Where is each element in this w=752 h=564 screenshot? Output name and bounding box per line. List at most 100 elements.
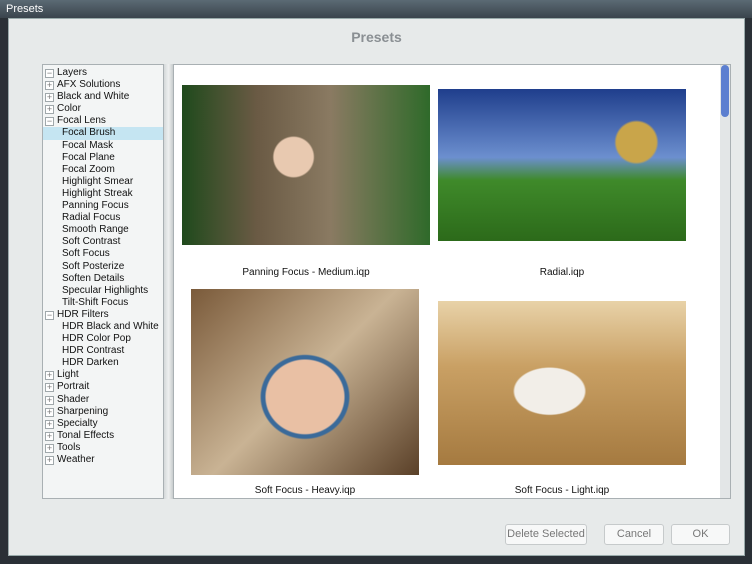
tree-node-label: Tilt-Shift Focus	[62, 296, 129, 308]
expand-icon[interactable]: +	[45, 456, 54, 465]
tree-node[interactable]: Focal Mask	[43, 140, 163, 152]
preset-thumbnail[interactable]	[438, 301, 686, 465]
tree-node-label: Portrait	[57, 381, 90, 393]
tree-node[interactable]: Panning Focus	[43, 200, 163, 212]
expand-icon[interactable]: +	[45, 105, 54, 115]
tree-node[interactable]: − Focal Lens	[43, 115, 163, 127]
tree-node[interactable]: Soft Focus	[43, 248, 163, 260]
collapse-icon[interactable]: −	[45, 310, 54, 320]
tree-node[interactable]: − HDR Filters	[43, 309, 163, 321]
collapse-icon[interactable]: −	[45, 69, 54, 78]
tree-node[interactable]: Soften Details	[43, 273, 163, 285]
tree-node-label: Smooth Range	[62, 224, 129, 236]
tree-node-label: Highlight Smear	[62, 175, 134, 187]
tree-node-label: Specular Highlights	[62, 284, 149, 296]
window-titlebar: Presets	[0, 0, 752, 18]
preset-caption: Radial.iqp	[539, 267, 585, 278]
ok-button[interactable]: OK	[671, 524, 730, 545]
tree-node[interactable]: + Shader	[43, 394, 163, 406]
tree-node-label: Soft Posterize	[62, 260, 125, 272]
tree-node-label: HDR Filters	[57, 308, 109, 320]
tree-node-label: Focal Plane	[62, 151, 115, 163]
tree-node-label: Focal Brush	[62, 127, 116, 139]
delete-selected-button[interactable]: Delete Selected	[505, 524, 587, 545]
preset-caption: Panning Focus - Medium.iqp	[242, 267, 370, 278]
tree-node[interactable]: + Weather	[43, 454, 163, 466]
tree-node[interactable]: + Black and White	[43, 91, 163, 103]
tree-node-label: Focal Mask	[62, 139, 114, 151]
expand-icon[interactable]: +	[45, 431, 54, 441]
preset-preview-grid: Panning Focus - Medium.iqp Radial.iqp So…	[173, 64, 731, 499]
expand-icon[interactable]: +	[45, 395, 54, 405]
tree-node[interactable]: Specular Highlights	[43, 285, 163, 297]
tree-node[interactable]: Soft Contrast	[43, 236, 163, 248]
expand-icon[interactable]: +	[45, 419, 54, 429]
expand-icon[interactable]: +	[45, 443, 54, 453]
tree-node[interactable]: + Color	[43, 103, 163, 115]
tree-node[interactable]: HDR Black and White	[43, 321, 163, 333]
tree-node-label: Tools	[57, 441, 81, 453]
tree-node[interactable]: + AFX Solutions	[43, 79, 163, 91]
expand-icon[interactable]: +	[45, 93, 54, 103]
expand-icon[interactable]: +	[45, 371, 54, 381]
tree-node-label: Highlight Streak	[62, 187, 133, 199]
window-title: Presets	[6, 3, 44, 15]
expand-icon[interactable]: +	[45, 407, 54, 417]
tree-node[interactable]: + Portrait	[43, 381, 163, 393]
preset-card[interactable]: Panning Focus - Medium.iqp	[182, 85, 430, 285]
tree-node[interactable]: + Specialty	[43, 418, 163, 430]
tree-node-label: Soft Contrast	[62, 236, 121, 248]
tree-node-label: Black and White	[57, 91, 130, 103]
collapse-icon[interactable]: −	[45, 117, 54, 127]
expand-icon[interactable]: +	[45, 383, 54, 393]
scrollbar-thumb[interactable]	[721, 65, 729, 117]
tree-node-label: Layers	[57, 67, 88, 78]
tree-node-label: HDR Black and White	[62, 320, 159, 332]
dialog-title: Presets	[351, 29, 402, 45]
tree-node[interactable]: HDR Contrast	[43, 345, 163, 357]
preset-thumbnail[interactable]	[182, 85, 430, 245]
tree-node-label: Tonal Effects	[57, 429, 115, 441]
cancel-button[interactable]: Cancel	[604, 524, 664, 545]
preset-card[interactable]: Soft Focus - Light.iqp	[438, 301, 686, 499]
tree-node-label: HDR Contrast	[62, 345, 125, 357]
tree-node-label: HDR Color Pop	[62, 333, 131, 345]
tree-node[interactable]: Focal Plane	[43, 152, 163, 164]
tree-node-label: Sharpening	[57, 405, 109, 417]
tree-node[interactable]: HDR Color Pop	[43, 333, 163, 345]
tree-node[interactable]: Radial Focus	[43, 212, 163, 224]
tree-node[interactable]: + Light	[43, 369, 163, 381]
expand-icon[interactable]: +	[45, 81, 54, 91]
tree-node[interactable]: Tilt-Shift Focus	[43, 297, 163, 309]
tree-node-label: Color	[57, 103, 81, 115]
tree-node[interactable]: HDR Darken	[43, 357, 163, 369]
tree-node[interactable]: + Tonal Effects	[43, 430, 163, 442]
tree-node[interactable]: + Sharpening	[43, 406, 163, 418]
preset-caption: Soft Focus - Light.iqp	[514, 485, 610, 496]
tree-node[interactable]: − Layers	[43, 67, 163, 79]
tree-node-label: Radial Focus	[62, 212, 121, 224]
tree-node[interactable]: Focal Zoom	[43, 164, 163, 176]
presets-dialog: Presets − Layers + AFX Solutions + Black and …	[8, 18, 745, 556]
tree-node[interactable]: + Tools	[43, 442, 163, 454]
preset-card[interactable]: Radial.iqp	[438, 89, 686, 285]
tree-node-label: Focal Lens	[57, 115, 106, 127]
tree-node-label: Weather	[57, 454, 95, 465]
tree-node-label: Shader	[57, 393, 90, 405]
tree-node[interactable]: Focal Brush	[43, 127, 163, 140]
preset-card[interactable]: Soft Focus - Heavy.iqp	[191, 289, 419, 499]
preset-thumbnail[interactable]	[438, 89, 686, 241]
tree-node[interactable]: Highlight Streak	[43, 188, 163, 200]
tree-node[interactable]: Smooth Range	[43, 224, 163, 236]
tree-node[interactable]: Soft Posterize	[43, 261, 163, 273]
tree-node-label: HDR Darken	[62, 357, 119, 369]
preset-thumbnail[interactable]	[191, 289, 419, 475]
tree-node-label: AFX Solutions	[57, 79, 121, 91]
preset-tree[interactable]: − Layers + AFX Solutions + Black and White + Co…	[42, 64, 164, 499]
tree-node-label: Light	[57, 369, 79, 381]
tree-node[interactable]: Highlight Smear	[43, 176, 163, 188]
vertical-scrollbar[interactable]	[720, 65, 730, 498]
tree-node-label: Panning Focus	[62, 200, 129, 212]
splitter-handle[interactable]	[164, 64, 173, 499]
tree-node-label: Focal Zoom	[62, 163, 115, 175]
